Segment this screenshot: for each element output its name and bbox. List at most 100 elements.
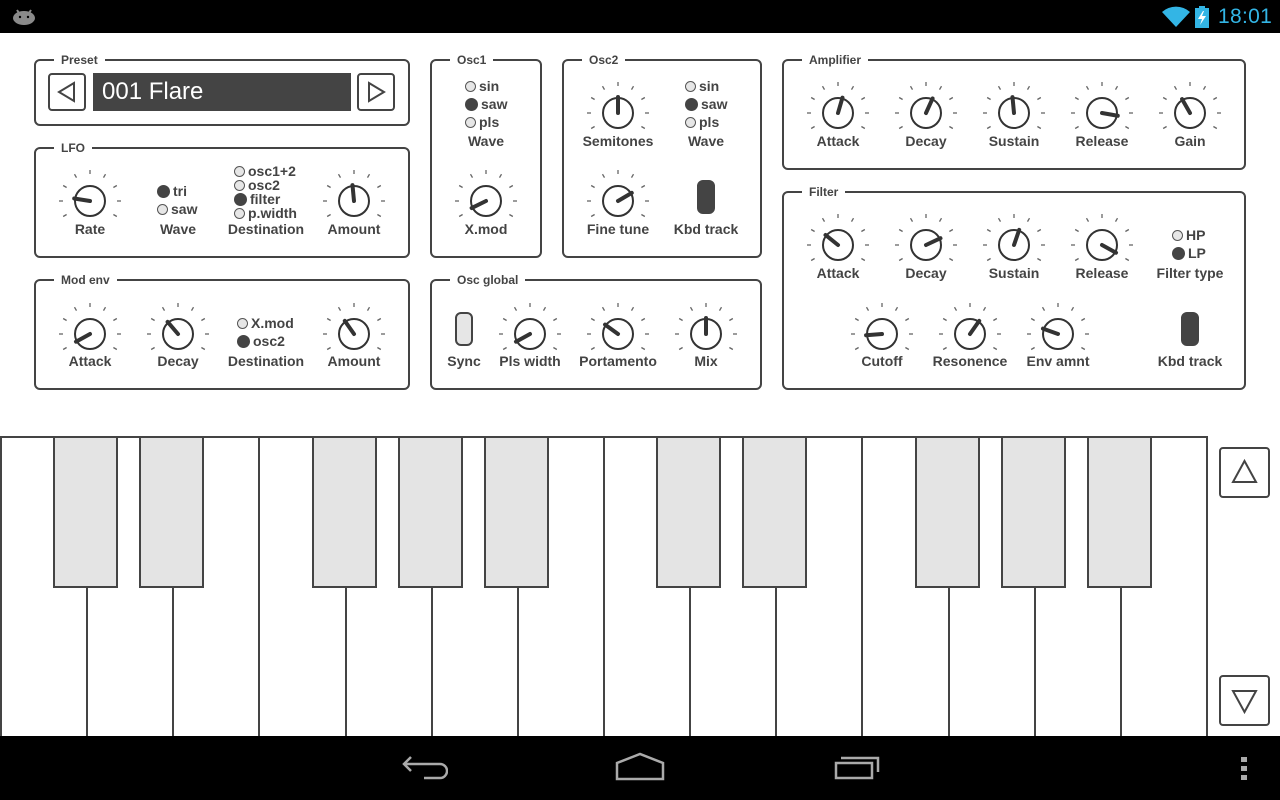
- radio-dot: [465, 80, 476, 92]
- lfo-wave-tri-radio[interactable]: tri: [157, 182, 197, 200]
- knob-tick: [861, 125, 866, 130]
- back-icon[interactable]: [400, 754, 448, 782]
- mod-env-destination-label: Destination: [227, 353, 305, 369]
- lfo-dest-pwidth-radio[interactable]: p.width: [234, 205, 297, 221]
- knob-tick: [630, 306, 635, 311]
- osc2-wave-pls-radio[interactable]: pls: [685, 113, 727, 131]
- knob-tick: [326, 213, 331, 218]
- knob-tick: [1125, 125, 1130, 130]
- knob-tick: [678, 346, 683, 351]
- knob-tick: [898, 96, 903, 101]
- clock: 18:01: [1218, 5, 1273, 28]
- radio-dot: [234, 179, 245, 191]
- knob-tick: [641, 96, 646, 101]
- triangle-up-icon: [1231, 458, 1258, 483]
- osc1-wave-saw-radio[interactable]: saw: [465, 95, 507, 113]
- lfo-wave-saw-radio[interactable]: saw: [157, 200, 197, 218]
- black-key[interactable]: [397, 438, 463, 588]
- radio-dot: [685, 80, 696, 92]
- overflow-menu-icon[interactable]: [1240, 756, 1250, 782]
- black-key[interactable]: [914, 438, 980, 588]
- filter-type-radio-group: HP LP: [1172, 226, 1206, 262]
- filter-kbd-track-toggle[interactable]: [1181, 312, 1199, 346]
- black-key[interactable]: [656, 438, 722, 588]
- black-key[interactable]: [742, 438, 808, 588]
- knob-tick: [982, 306, 987, 311]
- knob-tick: [865, 306, 870, 311]
- piano-keyboard[interactable]: [0, 436, 1208, 736]
- knob-tick: [150, 346, 155, 351]
- knob-tick: [1026, 217, 1031, 222]
- black-key[interactable]: [139, 438, 205, 588]
- knob-tick: [953, 306, 958, 311]
- knob-tick: [1213, 96, 1218, 101]
- mod-env-dest-xmod-radio[interactable]: X.mod: [237, 314, 294, 332]
- radio-dot: [237, 334, 250, 348]
- osc2-kbd-track-label: Kbd track: [673, 221, 739, 237]
- filter-type-lp-radio[interactable]: LP: [1172, 244, 1206, 262]
- sync-toggle[interactable]: [455, 312, 473, 346]
- sync-label: Sync: [447, 353, 481, 369]
- filter-type-hp-radio[interactable]: HP: [1172, 226, 1206, 244]
- knob-tick: [986, 125, 991, 130]
- recents-icon[interactable]: [833, 752, 883, 782]
- knob-tick: [1030, 346, 1035, 351]
- knob-tick: [113, 346, 118, 351]
- osc2-wave-saw-radio[interactable]: saw: [685, 95, 727, 113]
- knob-tick: [366, 306, 371, 311]
- osc1-wave-pls-radio[interactable]: pls: [465, 113, 507, 131]
- knob-tick: [1081, 346, 1086, 351]
- knob-tick: [113, 213, 118, 218]
- lfo-dest-osc2-radio[interactable]: osc2: [234, 177, 297, 193]
- osc1-wave-sin-radio[interactable]: sin: [465, 77, 507, 95]
- navigation-bar: [0, 736, 1280, 800]
- radio-dot: [685, 97, 698, 111]
- radio-dot: [234, 165, 245, 177]
- octave-down-button[interactable]: [1219, 675, 1270, 726]
- amp-decay-label: Decay: [905, 133, 947, 149]
- knob-tick: [810, 96, 815, 101]
- panel-title: Amplifier: [802, 52, 869, 68]
- env-amount-label: Env amnt: [1026, 353, 1090, 369]
- knob-tick: [542, 306, 547, 311]
- knob-tick: [993, 346, 998, 351]
- triangle-left-icon: [57, 81, 75, 103]
- knob-tick: [590, 96, 595, 101]
- knob-tick: [689, 306, 694, 311]
- knob-tick: [678, 317, 683, 322]
- amp-attack-label: Attack: [816, 133, 860, 149]
- knob-tick: [641, 184, 646, 189]
- radio-dot: [465, 97, 478, 111]
- black-key[interactable]: [311, 438, 377, 588]
- black-key[interactable]: [1086, 438, 1152, 588]
- lfo-dest-osc12-radio[interactable]: osc1+2: [234, 163, 297, 179]
- radio-dot: [237, 317, 248, 329]
- osc2-wave-sin-radio[interactable]: sin: [685, 77, 727, 95]
- osc2-kbd-track-toggle[interactable]: [697, 180, 715, 214]
- lfo-dest-filter-radio[interactable]: filter: [234, 191, 297, 207]
- knob-tick: [513, 306, 518, 311]
- mod-env-dest-osc2-radio[interactable]: osc2: [237, 332, 294, 350]
- black-key[interactable]: [483, 438, 549, 588]
- radio-dot: [157, 203, 168, 215]
- knob-tick: [854, 346, 859, 351]
- resonance-label: Resonence: [932, 353, 1008, 369]
- knob-tick: [1162, 125, 1167, 130]
- panel-title: Osc1: [450, 52, 494, 68]
- knob-tick: [938, 217, 943, 222]
- previous-preset-button[interactable]: [48, 73, 86, 111]
- black-key[interactable]: [53, 438, 119, 588]
- home-icon[interactable]: [614, 752, 666, 782]
- next-preset-button[interactable]: [357, 73, 395, 111]
- knob-indicator: [350, 183, 356, 203]
- octave-up-button[interactable]: [1219, 447, 1270, 498]
- knob-tick: [641, 213, 646, 218]
- osc2-semitones-label: Semitones: [582, 133, 654, 149]
- preset-name[interactable]: 001 Flare: [93, 73, 351, 111]
- knob-tick: [337, 173, 342, 178]
- mod-env-decay-label: Decay: [157, 353, 199, 369]
- knob-tick: [458, 184, 463, 189]
- knob-tick: [810, 257, 815, 262]
- black-key[interactable]: [1000, 438, 1066, 588]
- portamento-label: Portamento: [579, 353, 657, 369]
